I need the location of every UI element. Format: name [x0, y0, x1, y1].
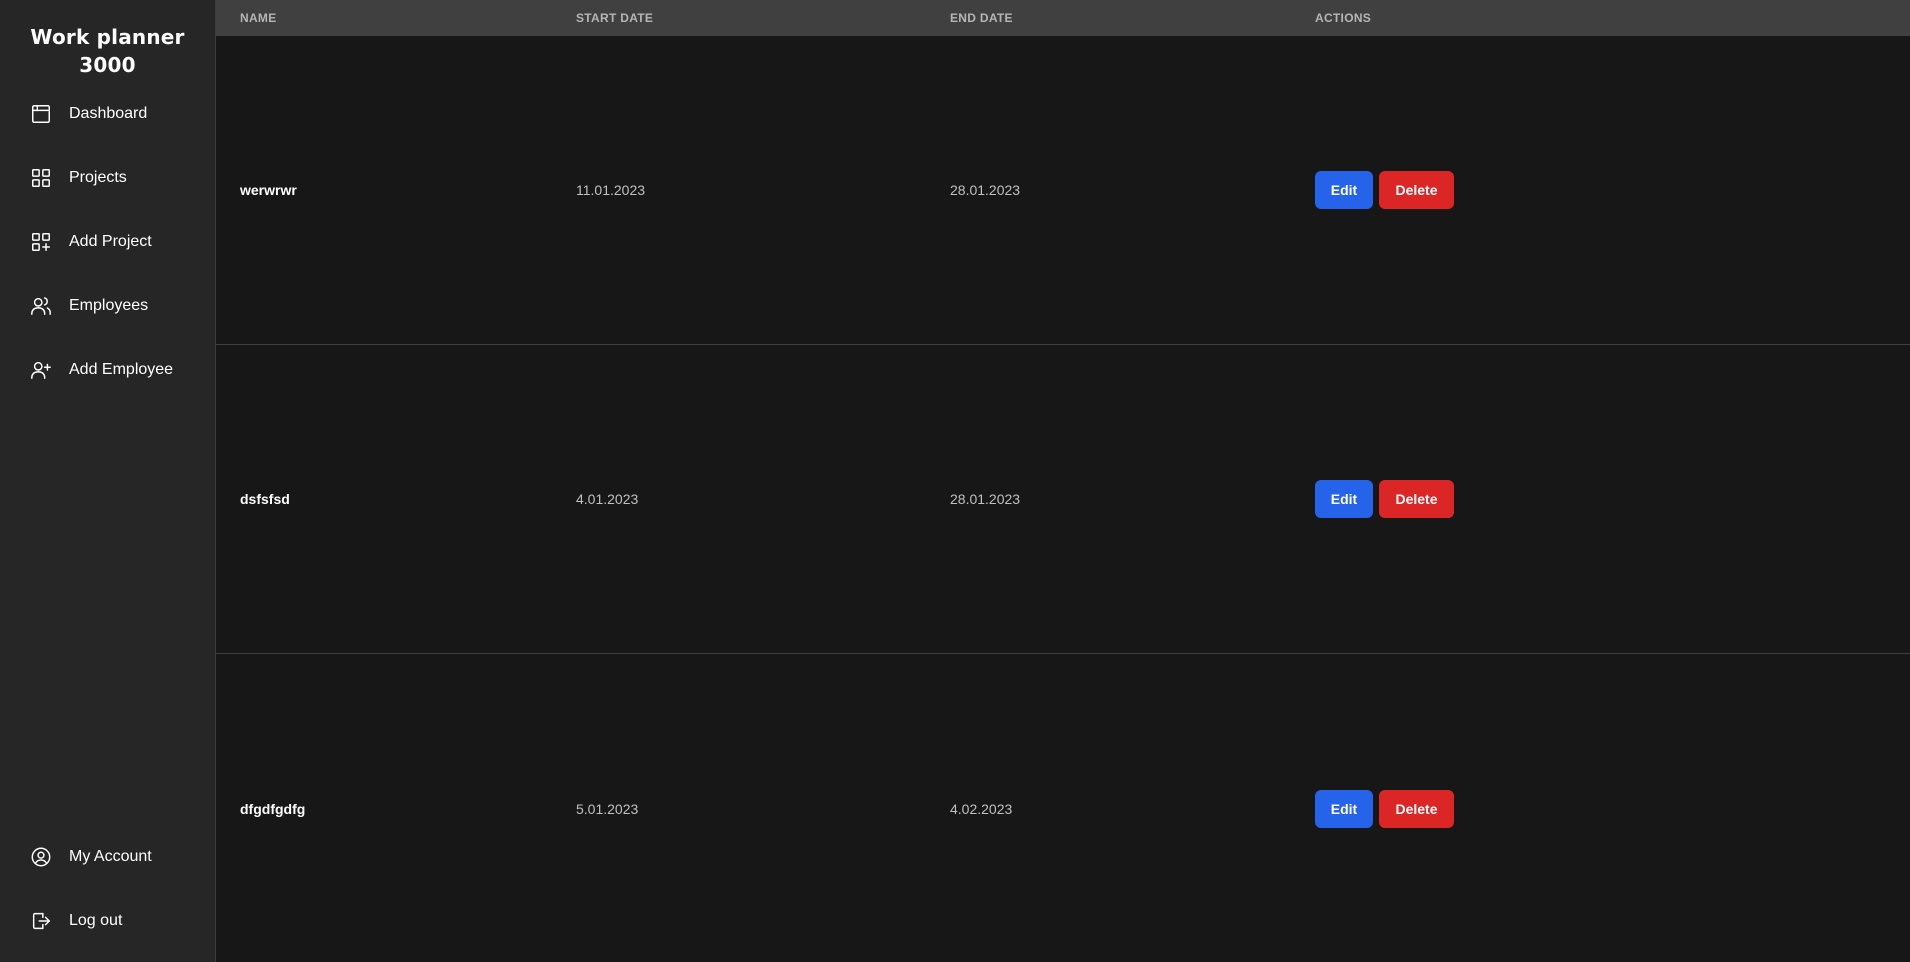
- delete-button[interactable]: Delete: [1379, 480, 1454, 518]
- user-plus-icon: [30, 359, 52, 381]
- row-actions: Edit Delete: [1315, 171, 1910, 209]
- sidebar-item-projects[interactable]: Projects: [0, 146, 215, 210]
- sidebar-item-add-project[interactable]: Add Project: [0, 210, 215, 274]
- sidebar-item-add-employee[interactable]: Add Employee: [0, 338, 215, 402]
- sidebar-item-label: My Account: [69, 848, 152, 865]
- row-actions: Edit Delete: [1315, 480, 1910, 518]
- column-header-end-date: END DATE: [950, 11, 1013, 25]
- sidebar-item-label: Employees: [69, 297, 149, 314]
- edit-button[interactable]: Edit: [1315, 480, 1373, 518]
- project-name: dfgdfgdfg: [240, 801, 306, 817]
- sidebar-item-label: Add Project: [69, 233, 152, 250]
- project-end-date: 28.01.2023: [950, 491, 1021, 507]
- logout-icon: [30, 910, 52, 932]
- table-row: dfgdfgdfg 5.01.2023 4.02.2023 Edit Delete: [216, 654, 1910, 962]
- sidebar-item-label: Log out: [69, 912, 123, 929]
- grid-plus-icon: [30, 231, 52, 253]
- project-start-date: 5.01.2023: [576, 801, 639, 817]
- table-body: werwrwr 11.01.2023 28.01.2023 Edit Delete…: [216, 36, 1910, 962]
- table-header: NAME START DATE END DATE ACTIONS: [216, 0, 1910, 36]
- user-circle-icon: [30, 846, 52, 868]
- row-actions: Edit Delete: [1315, 790, 1910, 828]
- project-end-date: 4.02.2023: [950, 801, 1013, 817]
- projects-table: NAME START DATE END DATE ACTIONS werwrwr…: [216, 0, 1910, 962]
- sidebar-item-employees[interactable]: Employees: [0, 274, 215, 338]
- app-root: Work planner 3000 Dashboard Projects Add…: [0, 0, 1910, 962]
- sidebar-item-dashboard[interactable]: Dashboard: [0, 82, 215, 146]
- sidebar-item-label: Dashboard: [69, 105, 148, 122]
- delete-button[interactable]: Delete: [1379, 790, 1454, 828]
- grid-icon: [30, 167, 52, 189]
- project-end-date: 28.01.2023: [950, 182, 1021, 198]
- table-row: werwrwr 11.01.2023 28.01.2023 Edit Delete: [216, 36, 1910, 345]
- users-icon: [30, 295, 52, 317]
- sidebar-item-label: Add Employee: [69, 361, 174, 378]
- edit-button[interactable]: Edit: [1315, 790, 1373, 828]
- project-start-date: 11.01.2023: [576, 182, 646, 198]
- table-row: dsfsfsd 4.01.2023 28.01.2023 Edit Delete: [216, 345, 1910, 654]
- column-header-name: NAME: [240, 11, 277, 25]
- main-nav: Dashboard Projects Add Project Employees: [0, 82, 215, 402]
- account-nav: My Account Log out: [0, 825, 215, 962]
- column-header-actions: ACTIONS: [1315, 11, 1372, 25]
- sidebar: Work planner 3000 Dashboard Projects Add…: [0, 0, 216, 962]
- sidebar-item-my-account[interactable]: My Account: [0, 825, 215, 889]
- calendar-icon: [30, 103, 52, 125]
- edit-button[interactable]: Edit: [1315, 171, 1373, 209]
- delete-button[interactable]: Delete: [1379, 171, 1454, 209]
- project-start-date: 4.01.2023: [576, 491, 639, 507]
- sidebar-item-log-out[interactable]: Log out: [0, 889, 215, 953]
- project-name: dsfsfsd: [240, 491, 290, 507]
- sidebar-item-label: Projects: [69, 169, 127, 186]
- project-name: werwrwr: [240, 182, 297, 198]
- column-header-start-date: START DATE: [576, 11, 654, 25]
- app-title: Work planner 3000: [30, 25, 185, 77]
